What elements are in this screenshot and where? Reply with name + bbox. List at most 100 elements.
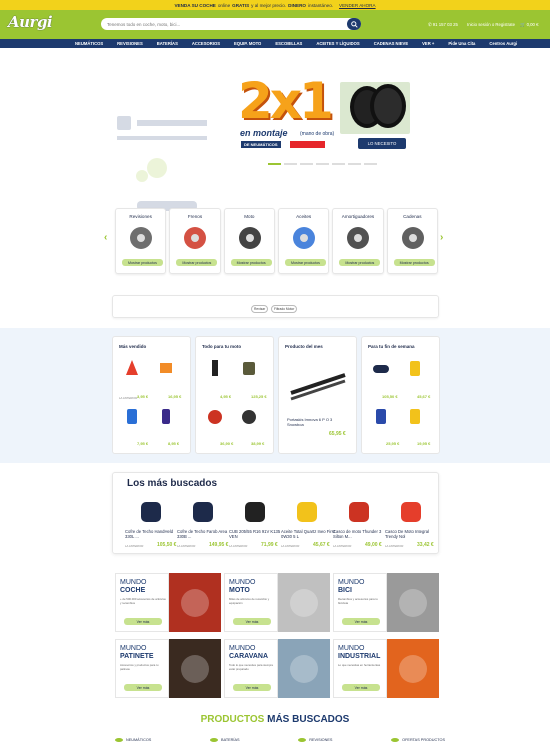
moto-helmet-image[interactable]	[240, 407, 258, 425]
product-card[interactable]: Aceite Total Quartz Ineo First 0W30 5 L L…	[281, 499, 335, 551]
mundo-label: MUNDO	[338, 579, 365, 586]
sell-now-link[interactable]: VENDER AHORA	[339, 3, 376, 8]
tag-filtrado-motor[interactable]: Filtrado Motor	[271, 305, 298, 313]
logo[interactable]: Aurgi	[8, 13, 53, 31]
next-arrow-icon[interactable]: ›	[440, 232, 443, 243]
column-title: Producto del mes	[285, 344, 323, 349]
mundo-card[interactable]: MUNDO BICI Recambios y accesorios para tu …	[333, 573, 439, 632]
category-card[interactable]: Cadenas Mostrar productos	[386, 208, 438, 274]
warning-triangle-image[interactable]	[123, 359, 141, 377]
login-link[interactable]: Inicio sesión o Registrate	[467, 22, 515, 27]
ver-mas-button[interactable]: Ver más	[124, 684, 162, 691]
product-card[interactable]: Casco De Moto Integral Trendy Nol LA ANTE…	[385, 499, 437, 551]
carousel-dot[interactable]	[332, 163, 345, 165]
product-image	[141, 502, 161, 522]
nav-item[interactable]: Centros Aurgi	[489, 41, 517, 46]
cart-button[interactable]: 🛒 0,00 €	[520, 22, 539, 28]
carousel-dot[interactable]	[300, 163, 313, 165]
featured-section	[0, 328, 550, 463]
oil-bottle-image[interactable]	[372, 407, 390, 425]
moto-accessory-image[interactable]	[206, 359, 224, 377]
tag-revisar[interactable]: Revisar	[251, 305, 269, 313]
carousel-dots[interactable]	[268, 163, 377, 165]
mundo-card[interactable]: MUNDO MOTO Miles de artículos de recambio …	[224, 573, 330, 632]
product-price: 19,95 €	[417, 441, 431, 446]
search-input[interactable]	[107, 19, 337, 29]
bottom-tab[interactable]: REVISIONES	[298, 738, 332, 744]
show-products-button[interactable]: Mostrar productos	[230, 259, 272, 266]
product-image	[401, 502, 421, 522]
show-products-button[interactable]: Mostrar productos	[284, 259, 326, 266]
old-price-label: LA ANTERIOR	[281, 544, 300, 548]
ski-rack-image[interactable]	[287, 359, 349, 403]
nav-item[interactable]: ESCOBILLAS	[275, 41, 302, 46]
nav-item[interactable]: ACEITES Y LÍQUIDOS	[316, 41, 359, 46]
nav-item[interactable]: CADENAS NIEVE	[374, 41, 408, 46]
product-card[interactable]: Cofre de Techo Farob Area 330B ... LA ANT…	[177, 499, 229, 551]
carousel-dot[interactable]	[284, 163, 297, 165]
product-name: CUB 205/55 R16 91V K135 VEN	[229, 529, 281, 539]
product-name[interactable]: Portaskis Imnova 6 P O 3 Snowboa	[287, 417, 349, 427]
mundo-card[interactable]: MUNDO CARAVANA Todo lo que necesites para …	[224, 639, 330, 698]
mundo-card[interactable]: MUNDO PATINETE Accesorios y productos para…	[115, 639, 221, 698]
lo-necesito-button[interactable]: LO NECESITO	[358, 138, 406, 149]
bottom-tab[interactable]: BATERÍAS	[210, 738, 240, 744]
bottom-tab[interactable]: OFERTAS PRODUCTOS	[391, 738, 445, 744]
product-card[interactable]: Casco de moto Thunder 3 Silton M... LA AN…	[333, 499, 385, 551]
mundo-label: MUNDO	[120, 645, 147, 652]
show-products-button[interactable]: Mostrar productos	[122, 259, 163, 266]
product-name: Cofre de Techo HandHeld 330L ...	[125, 529, 174, 539]
cart-total: 0,00 €	[526, 22, 539, 27]
mundo-text-panel: MUNDO MOTO Miles de artículos de recambio …	[224, 573, 278, 632]
mundo-text-panel: MUNDO COCHE + de 500.000 accesorios de art…	[115, 573, 169, 632]
roof-box-image[interactable]	[372, 359, 390, 377]
windshield-fluid-image[interactable]	[123, 407, 141, 425]
bottom-tab[interactable]: NEUMÁTICOS	[115, 738, 151, 744]
ver-mas-button[interactable]: Ver más	[233, 618, 271, 625]
product-price: 105,50 €	[382, 394, 398, 399]
phone-link[interactable]: ✆ 91 157 03 25	[428, 22, 458, 28]
nav-item[interactable]: BATERÍAS	[157, 41, 178, 46]
mundo-card[interactable]: MUNDO INDUSTRIAL Lo que necesitas en herra…	[333, 639, 439, 698]
category-card[interactable]: Amortiguadores Mostrar productos	[332, 208, 384, 274]
oil-bottle-image[interactable]	[406, 407, 424, 425]
category-card[interactable]: Aceites Mostrar productos	[277, 208, 330, 274]
additive-image[interactable]	[157, 407, 175, 425]
product-name: Cofre de Techo Farob Area 330B ...	[177, 529, 228, 539]
ver-mas-button[interactable]: Ver más	[233, 684, 271, 691]
prev-arrow-icon[interactable]: ‹	[104, 232, 107, 243]
show-products-button[interactable]: Mostrar productos	[176, 259, 218, 266]
nav-item[interactable]: NEUMÁTICOS	[75, 41, 103, 46]
ver-mas-button[interactable]: Ver más	[342, 618, 380, 625]
motorcycle-icon	[238, 227, 261, 249]
product-image	[349, 502, 369, 522]
nav-item[interactable]: VER +	[422, 41, 434, 46]
tool-image[interactable]	[157, 359, 175, 377]
category-card[interactable]: Frenos Mostrar productos	[169, 208, 221, 274]
nav-item[interactable]: EQUIP. MOTO	[234, 41, 261, 46]
show-products-button[interactable]: Mostrar productos	[339, 259, 381, 266]
ver-mas-button[interactable]: Ver más	[124, 618, 162, 625]
ver-mas-button[interactable]: Ver más	[342, 684, 380, 691]
carousel-dot[interactable]	[364, 163, 377, 165]
show-products-button[interactable]: Mostrar productos	[393, 259, 435, 266]
category-card[interactable]: Revisiones Mostrar productos	[115, 208, 167, 274]
product-image	[193, 502, 213, 522]
nav-item[interactable]: REVISIONES	[117, 41, 143, 46]
nav-item[interactable]: ACCESORIOS	[192, 41, 220, 46]
carousel-dot[interactable]	[316, 163, 329, 165]
product-card[interactable]: CUB 205/55 R16 91V K135 VEN LA ANTERIOR 71…	[229, 499, 281, 551]
mundo-name: BICI	[338, 587, 352, 594]
moto-jacket-image[interactable]	[240, 359, 258, 377]
carousel-dot[interactable]	[348, 163, 361, 165]
carousel-dot[interactable]	[268, 163, 281, 165]
mundo-card[interactable]: MUNDO COCHE + de 500.000 accesorios de art…	[115, 573, 221, 632]
moto-helmet-image[interactable]	[206, 407, 224, 425]
nav-item[interactable]: Pide Una Cita	[448, 41, 475, 46]
product-card[interactable]: Cofre de Techo HandHeld 330L ... LA ANTER…	[125, 499, 177, 551]
product-name: Casco De Moto Integral Trendy Nol	[385, 529, 429, 539]
column-title: Para tu fin de semana	[368, 344, 415, 349]
search-button[interactable]	[347, 18, 361, 30]
oil-bottle-image[interactable]	[406, 359, 424, 377]
category-card[interactable]: Moto Mostrar productos	[223, 208, 275, 274]
